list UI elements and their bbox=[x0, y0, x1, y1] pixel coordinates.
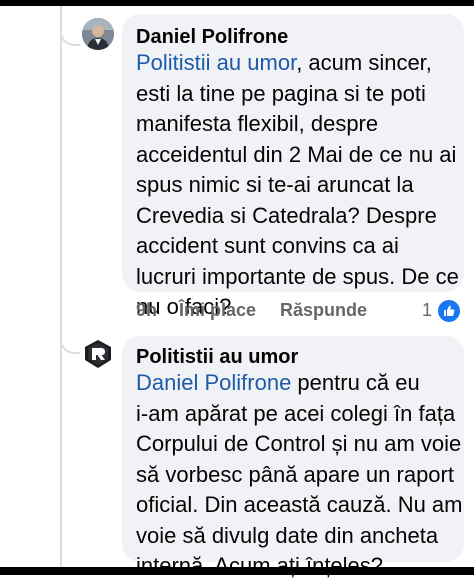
page-logo-icon bbox=[85, 340, 111, 368]
thumbs-up-icon bbox=[436, 298, 462, 324]
mention-link[interactable]: Daniel Polifrone bbox=[136, 370, 291, 395]
comment-line: Crevedia si Catedrala? Despre bbox=[136, 202, 437, 228]
reply-line: oficial. Din această cauză. Nu am bbox=[136, 492, 463, 517]
reaction-count: 1 bbox=[422, 300, 433, 320]
reply-line: voie să divulg date din ancheta bbox=[136, 522, 439, 548]
reply-line-text: pentru că eu bbox=[291, 370, 420, 395]
comment-line: acceidentul din 2 Mai de ce nu ai bbox=[136, 141, 457, 167]
comment-line: Politistii au umor, acum sincer, bbox=[136, 48, 459, 79]
like-button[interactable]: Îmi place bbox=[179, 300, 256, 321]
bottom-edge-bar bbox=[0, 567, 474, 575]
comment-line: manifesta flexibil, despre bbox=[136, 111, 379, 136]
reply-author[interactable]: Politistii au umor bbox=[136, 346, 298, 369]
timestamp[interactable]: 9h bbox=[136, 300, 157, 321]
profile-photo-icon bbox=[82, 18, 114, 50]
thread-connector bbox=[60, 322, 80, 354]
comment-author[interactable]: Daniel Polifrone bbox=[136, 26, 288, 49]
mention-link[interactable]: Politistii au umor bbox=[136, 50, 296, 75]
comment-line: accident sunt convins ca ai bbox=[136, 233, 399, 258]
thread-connector bbox=[60, 6, 80, 46]
reply-line: să vorbesc până apare un raport bbox=[136, 461, 454, 487]
comment-bubble: Daniel Polifrone Politistii au umor, acu… bbox=[122, 14, 464, 319]
reply-text: Daniel Polifrone pentru că eu i-am apăra… bbox=[136, 368, 463, 582]
reply-line: Corpului de Control și nu am voie bbox=[136, 431, 462, 456]
reply-line: i-am apărat pe acei colegi în fața bbox=[136, 400, 456, 426]
comment-text: Politistii au umor, acum sincer, esti la… bbox=[136, 48, 459, 323]
comment-line: lucruri importante de spus. De ce bbox=[136, 263, 459, 289]
comment-line: esti la tine pe pagina si te poti bbox=[136, 80, 426, 106]
reply-line: Daniel Polifrone pentru că eu bbox=[136, 368, 463, 399]
avatar[interactable] bbox=[82, 338, 114, 370]
thread-line bbox=[60, 6, 62, 567]
comment-line: spus nimic si te-ai aruncat la bbox=[136, 172, 414, 197]
reply-button[interactable]: Răspunde bbox=[280, 300, 367, 321]
reply-bubble: Politistii au umor Daniel Polifrone pent… bbox=[122, 336, 464, 578]
avatar[interactable] bbox=[82, 18, 114, 50]
comment-line-text: , acum sincer, bbox=[296, 50, 432, 75]
